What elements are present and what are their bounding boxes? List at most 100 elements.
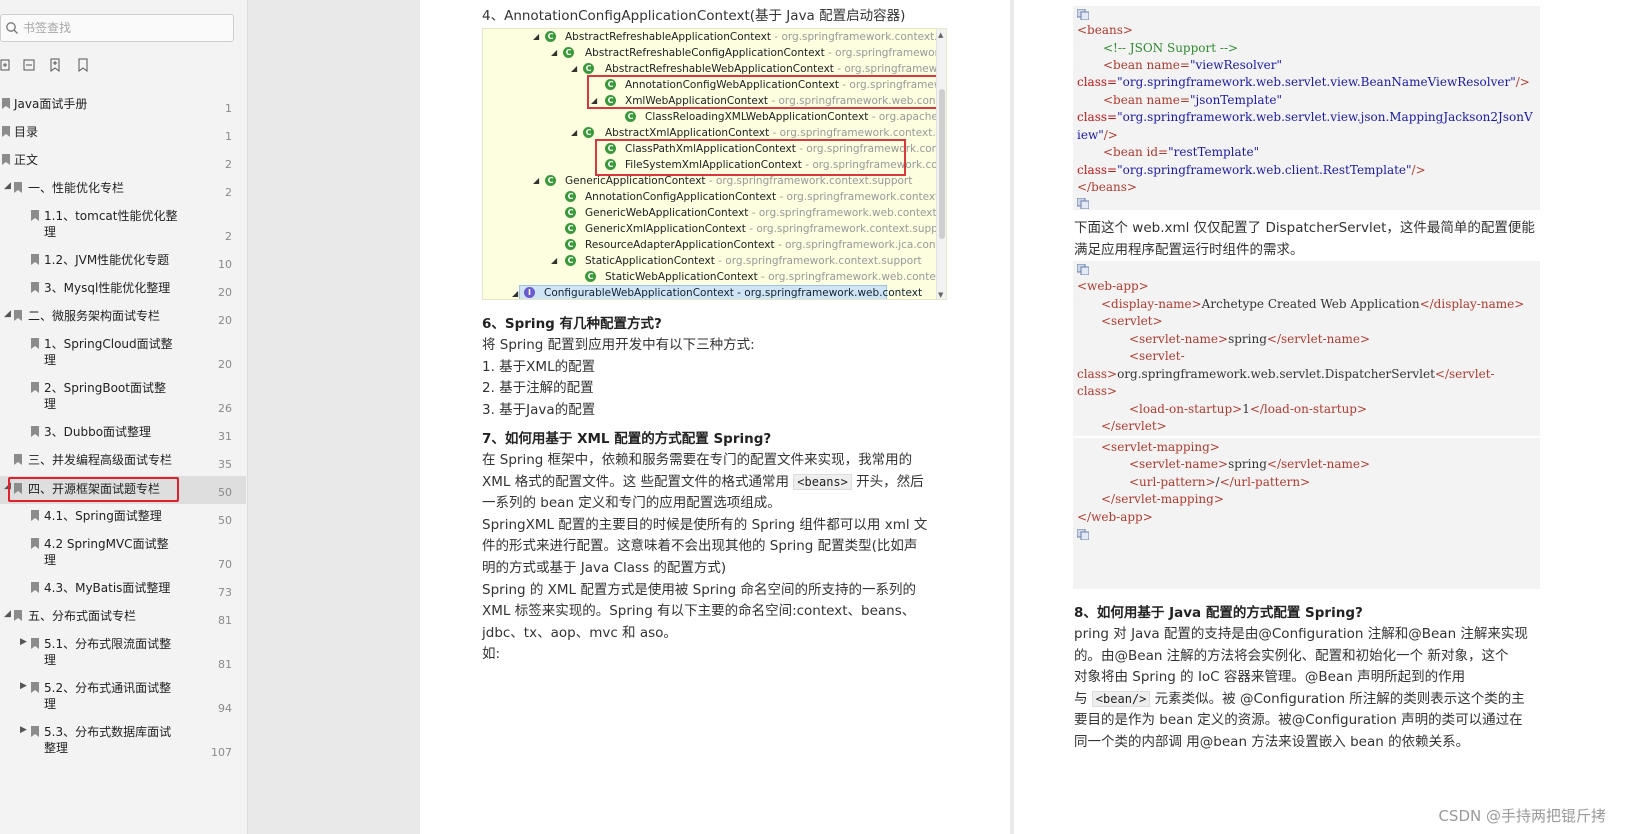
copy-code-icon[interactable] xyxy=(1077,198,1089,209)
toc-item[interactable]: 4.3、MyBatis面试整理 73 xyxy=(0,580,246,600)
bookmark-icon xyxy=(14,310,22,321)
toc-label-line2: 理 xyxy=(44,397,57,411)
code-token: </web-app> xyxy=(1077,510,1153,524)
tree-text: GenericApplicationContext - org.springfr… xyxy=(565,173,912,189)
bookmark-icon xyxy=(31,426,39,437)
code-value: "jsonTemplate" xyxy=(1189,93,1282,107)
toc-label: 五、分布式面试专栏 xyxy=(28,609,137,623)
question-8-title: 8、如何用基于 Java 配置的方式配置 Spring? xyxy=(1074,605,1363,621)
toc-item[interactable]: 1.2、JVM性能优化专题 10 xyxy=(0,252,246,272)
toc-label: 4.3、MyBatis面试整理 xyxy=(44,581,171,595)
toc-label-line2: 理 xyxy=(44,653,57,667)
toc-item[interactable]: 目录 1 xyxy=(0,124,246,144)
collapse-all-icon[interactable] xyxy=(22,58,36,72)
expand-caret-icon[interactable]: ◢ xyxy=(4,181,11,191)
bookmark-icon xyxy=(14,610,22,621)
tree-text: GenericXmlApplicationContext - org.sprin… xyxy=(585,221,946,237)
bookmark-icon xyxy=(31,510,39,521)
toc-page: 26 xyxy=(218,402,232,415)
add-bookmark-icon[interactable] xyxy=(48,58,62,72)
bookmark-search-input[interactable] xyxy=(23,19,223,37)
tree-text: StaticApplicationContext - org.springfra… xyxy=(585,253,922,269)
toc-item[interactable]: 正文 2 xyxy=(0,152,246,172)
toc-label: 1.2、JVM性能优化专题 xyxy=(44,253,170,267)
toc-item[interactable]: ▶ 5.1、分布式限流面试整 理 81 xyxy=(0,636,246,672)
code-text: 1 xyxy=(1242,402,1250,416)
toc-page: 70 xyxy=(218,558,232,571)
code-token: <servlet> xyxy=(1101,314,1163,328)
toc-item[interactable]: Java面试手册 1 xyxy=(0,96,246,116)
copy-code-icon[interactable] xyxy=(1077,9,1089,20)
bookmark-search-box[interactable] xyxy=(0,14,234,42)
toc-item[interactable]: 2、SpringBoot面试整 理 26 xyxy=(0,380,246,416)
toc-label: 目录 xyxy=(14,125,39,139)
toc-item[interactable]: 4.1、Spring面试整理 50 xyxy=(0,508,246,528)
package-name: - org.springframework.web.context.suppor… xyxy=(751,207,946,219)
tree-text: ClassPathXmlApplicationContext - org.spr… xyxy=(625,141,946,157)
toc-page: 50 xyxy=(218,486,232,499)
toc-label: 3、Mysql性能优化整理 xyxy=(44,281,171,295)
toc-label: 一、性能优化专栏 xyxy=(28,181,125,195)
scroll-down-icon: ▼ xyxy=(938,291,944,299)
toc-item[interactable]: 3、Dubbo面试整理 31 xyxy=(0,424,246,444)
tree-text: ClassReloadingXMLWebApplicationContext -… xyxy=(645,109,946,125)
toc-item[interactable]: 三、并发编程高级面试专栏 35 xyxy=(0,452,246,472)
expand-caret-icon[interactable]: ◢ xyxy=(4,609,11,619)
expand-all-icon[interactable] xyxy=(0,58,14,72)
toc-item[interactable]: ▶ 5.2、分布式通讯面试整 理 94 xyxy=(0,680,246,716)
question-6-title: 6、Spring 有几种配置方式? xyxy=(482,316,662,332)
code-token: </url-pattern> xyxy=(1219,475,1311,489)
bookmark-icon[interactable] xyxy=(76,58,90,72)
toc-item[interactable]: 1.1、tomcat性能优化整 理 2 xyxy=(0,208,246,244)
body-text: 满足应用程序配置运行时组件的需求。 xyxy=(1074,242,1304,258)
body-text: pring 对 Java 配置的支持是由@Configuration 注解和@B… xyxy=(1074,626,1528,642)
body-text: Spring 的 XML 配置方式是使用被 Spring 命名空间的所支持的一系… xyxy=(482,582,917,598)
tree-row: C AnnotationConfigApplicationContext - o… xyxy=(483,189,946,205)
toc-item[interactable]: ◢ 五、分布式面试专栏 81 xyxy=(0,608,246,628)
code-line: </servlet-mapping> xyxy=(1101,491,1224,509)
tree-row: C StaticWebApplicationContext - org.spri… xyxy=(483,269,946,285)
toc-item[interactable]: 1、SpringCloud面试整 理 20 xyxy=(0,336,246,372)
expand-caret-icon[interactable]: ◢ xyxy=(4,309,11,319)
class-icon: C xyxy=(563,47,574,58)
toc-item[interactable]: 4.2 SpringMVC面试整 理 70 xyxy=(0,536,246,572)
expand-caret-icon[interactable]: ◢ xyxy=(4,481,11,491)
code-token: <bean name= xyxy=(1103,93,1190,107)
code-token: /> xyxy=(1515,75,1530,89)
code-line: <servlet-mapping> xyxy=(1101,439,1220,457)
copy-code-icon[interactable] xyxy=(1077,264,1089,275)
toc-label-line2: 理 xyxy=(44,353,57,367)
tree-text: GenericWebApplicationContext - org.sprin… xyxy=(585,205,946,221)
class-name: GenericXmlApplicationContext xyxy=(585,223,746,235)
toc-label: 四、开源框架面试题专栏 xyxy=(28,482,161,496)
collapsed-caret-icon[interactable]: ▶ xyxy=(20,725,27,735)
tree-caret-icon: ◢ xyxy=(591,96,598,105)
collapsed-caret-icon[interactable]: ▶ xyxy=(20,637,27,647)
bookmark-icon xyxy=(14,483,22,494)
toc-item[interactable]: 3、Mysql性能优化整理 20 xyxy=(0,280,246,300)
collapsed-caret-icon[interactable]: ▶ xyxy=(20,681,27,691)
toc-label: 5.3、分布式数据库面试 xyxy=(44,725,172,739)
bookmark-icon xyxy=(2,154,10,165)
toc-page: 94 xyxy=(218,702,232,715)
toc-item-selected[interactable]: ◢ 四、开源框架面试题专栏 50 xyxy=(0,476,246,504)
class-name: XmlWebApplicationContext xyxy=(625,95,769,107)
copy-code-icon[interactable] xyxy=(1077,529,1089,540)
toc-item[interactable]: ▶ 5.3、分布式数据库面试 整理 107 xyxy=(0,724,246,760)
code-token: <servlet-name> xyxy=(1129,457,1229,471)
tree-text: ConfigurableWebApplicationContext - org.… xyxy=(544,285,922,299)
code-value: "org.springframework.web.servlet.view.js… xyxy=(1117,110,1533,124)
toc-item[interactable]: ◢ 二、微服务架构面试专栏 20 xyxy=(0,308,246,328)
code-line: class="org.springframework.web.servlet.v… xyxy=(1077,74,1530,92)
body-text: 如: xyxy=(482,646,501,662)
toc-item[interactable]: ◢ 一、性能优化专栏 2 xyxy=(0,180,246,200)
web-xml-code-block: <web-app> <display-name>Archetype Create… xyxy=(1073,261,1540,589)
tree-row: ◢ C GenericApplicationContext - org.spri… xyxy=(483,173,938,189)
code-line: </servlet> xyxy=(1101,418,1167,436)
code-token: </servlet-mapping> xyxy=(1101,492,1224,506)
body-text: XML 格式的配置文件。这 些配置文件的格式通常用 xyxy=(482,474,794,490)
toc-page: 81 xyxy=(218,614,232,627)
class-name: FileSystemXmlApplicationContext xyxy=(625,159,802,171)
tree-row: ◢ C AbstractXmlApplicationContext - org.… xyxy=(483,125,946,141)
toc-page: 20 xyxy=(218,358,232,371)
